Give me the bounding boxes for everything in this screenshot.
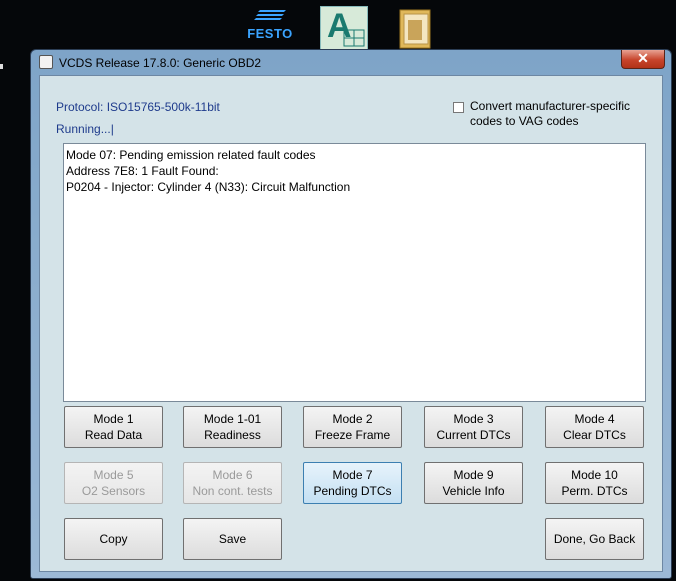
button-line: Mode 2 bbox=[332, 412, 373, 426]
mode-3-button[interactable]: Mode 3 Current DTCs bbox=[424, 406, 523, 448]
mode-6-button[interactable]: Mode 6 Non cont. tests bbox=[183, 462, 282, 504]
output-line: Address 7E8: 1 Fault Found: bbox=[66, 164, 219, 178]
button-line: Current DTCs bbox=[436, 428, 511, 442]
button-line: Mode 3 bbox=[453, 412, 494, 426]
button-line: Mode 6 bbox=[212, 468, 253, 482]
festo-desktop-icon[interactable]: FESTO bbox=[244, 6, 296, 48]
mode-7-button[interactable]: Mode 7 Pending DTCs bbox=[303, 462, 402, 504]
mode-5-button[interactable]: Mode 5 O2 Sensors bbox=[64, 462, 163, 504]
output-line: Mode 07: Pending emission related fault … bbox=[66, 148, 316, 162]
button-line: Perm. DTCs bbox=[561, 484, 628, 498]
close-button[interactable]: ✕ bbox=[621, 50, 665, 69]
mode-1-01-button[interactable]: Mode 1-01 Readiness bbox=[183, 406, 282, 448]
output-line: P0204 - Injector: Cylinder 4 (N33): Circ… bbox=[66, 180, 351, 194]
mode-4-button[interactable]: Mode 4 Clear DTCs bbox=[545, 406, 644, 448]
running-status: Running...| bbox=[56, 122, 114, 136]
button-label: Copy bbox=[99, 532, 128, 546]
desktop-edge-mark bbox=[0, 64, 3, 69]
button-line: Mode 5 bbox=[93, 468, 134, 482]
button-line: Mode 1-01 bbox=[203, 412, 262, 426]
mode-9-button[interactable]: Mode 9 Vehicle Info bbox=[424, 462, 523, 504]
button-line: Freeze Frame bbox=[314, 428, 391, 442]
button-line: Non cont. tests bbox=[192, 484, 273, 498]
button-line: Clear DTCs bbox=[563, 428, 626, 442]
done-go-back-button[interactable]: Done, Go Back bbox=[545, 518, 644, 560]
app-a-desktop-icon[interactable]: A bbox=[320, 6, 368, 50]
button-line: Vehicle Info bbox=[442, 484, 505, 498]
mode-1-button[interactable]: Mode 1 Read Data bbox=[64, 406, 163, 448]
vcds-window: VCDS Release 17.8.0: Generic OBD2 ✕ Prot… bbox=[30, 49, 672, 579]
grid-overlay-icon bbox=[343, 29, 365, 47]
button-line: Readiness bbox=[204, 428, 261, 442]
button-line: Pending DTCs bbox=[313, 484, 392, 498]
button-line: Mode 4 bbox=[574, 412, 615, 426]
title-bar[interactable]: VCDS Release 17.8.0: Generic OBD2 ✕ bbox=[31, 50, 671, 76]
save-button[interactable]: Save bbox=[183, 518, 282, 560]
festo-logo-icon bbox=[254, 10, 286, 20]
button-label: Done, Go Back bbox=[553, 532, 636, 546]
folder-desktop-icon[interactable] bbox=[398, 6, 436, 50]
convert-codes-checkbox[interactable] bbox=[453, 102, 464, 113]
button-line: Mode 10 bbox=[571, 468, 618, 482]
button-line: Read Data bbox=[84, 428, 143, 442]
convert-codes-label: Convert manufacturer-specific codes to V… bbox=[470, 99, 631, 128]
folder-icon bbox=[399, 9, 431, 49]
mode-2-button[interactable]: Mode 2 Freeze Frame bbox=[303, 406, 402, 448]
button-line: Mode 7 bbox=[332, 468, 373, 482]
window-title: VCDS Release 17.8.0: Generic OBD2 bbox=[59, 56, 262, 70]
festo-label: FESTO bbox=[247, 26, 293, 41]
copy-button[interactable]: Copy bbox=[64, 518, 163, 560]
button-line: O2 Sensors bbox=[81, 484, 146, 498]
button-line: Mode 1 bbox=[93, 412, 134, 426]
button-label: Save bbox=[218, 532, 247, 546]
client-area: Protocol: ISO15765-500k-11bit Running...… bbox=[39, 75, 663, 572]
vcds-app-icon bbox=[39, 55, 53, 69]
protocol-status: Protocol: ISO15765-500k-11bit bbox=[56, 100, 220, 114]
mode-10-button[interactable]: Mode 10 Perm. DTCs bbox=[545, 462, 644, 504]
button-line: Mode 9 bbox=[453, 468, 494, 482]
results-textbox[interactable]: Mode 07: Pending emission related fault … bbox=[63, 143, 646, 402]
